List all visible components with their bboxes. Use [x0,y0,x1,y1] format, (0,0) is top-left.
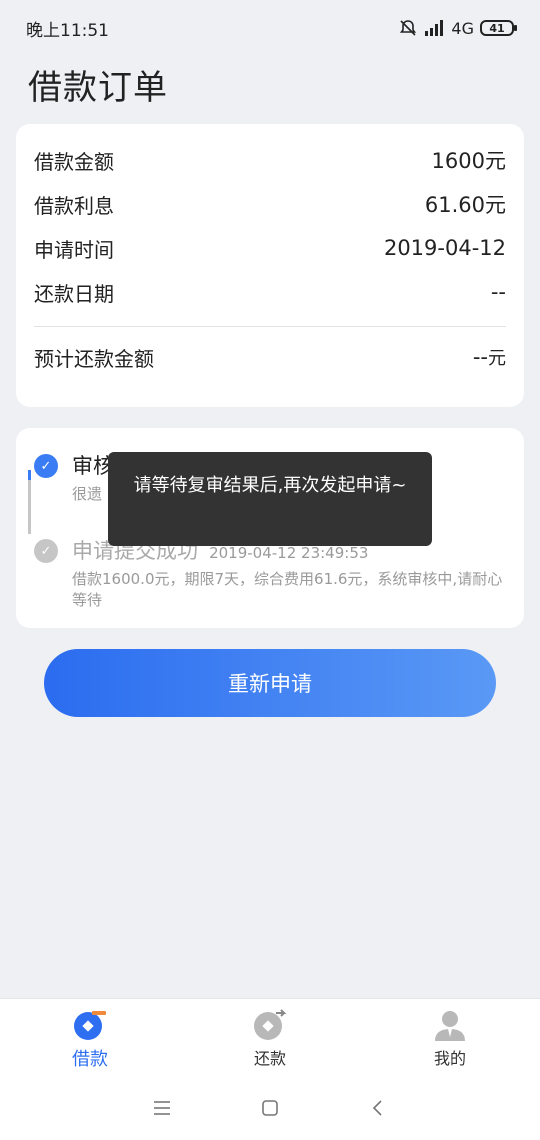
mute-bell-icon [400,20,417,36]
total-unit: 元 [488,348,506,369]
check-icon: ✓ [34,539,58,563]
order-summary-card: 借款金额 1600元 借款利息 61.60元 申请时间 2019-04-12 还… [16,124,524,407]
status-icons: 4G 41 [399,18,517,38]
row-label: 申请时间 [34,237,114,262]
reapply-button[interactable]: 重新申请 [44,649,496,717]
timeline-connector [28,480,31,534]
status-bar: 晚上11:51 4G 41 [0,0,540,56]
bottom-tab-bar: 借款 还款 我的 [0,998,540,1076]
row-value: 61.60元 [424,193,506,217]
row-value: -- [490,280,506,304]
summary-row-amount: 借款金额 1600元 [34,138,506,182]
battery-level: 41 [489,21,505,35]
loan-icon [74,1011,106,1040]
row-label: 借款金额 [34,149,114,174]
home-icon[interactable] [260,1098,280,1118]
summary-row-apply-date: 申请时间 2019-04-12 [34,226,506,270]
network-type: 4G [451,18,474,38]
status-time: 晚上11:51 [26,20,109,41]
signal-icon [425,20,444,36]
check-icon: ✓ [34,454,58,478]
summary-row-repay-date: 还款日期 -- [34,270,506,314]
system-nav-bar [0,1076,540,1140]
timeline-time: 2019-04-12 23:49:53 [209,544,369,562]
summary-row-total: 预计还款金额 --元 [34,335,506,379]
battery-icon: 41 [480,20,517,36]
row-label: 预计还款金额 [34,346,154,371]
page-title: 借款订单 [28,68,168,108]
tab-repay[interactable]: 还款 [180,999,360,1076]
timeline-desc: 借款1600.0元，期限7天，综合费用61.6元，系统审核中,请耐心等待 [72,570,503,609]
row-label: 借款利息 [34,193,114,218]
divider [34,326,506,327]
toast-message: 请等待复审结果后,再次发起申请~ [108,452,432,546]
back-icon[interactable] [368,1098,388,1118]
row-value: --元 [473,344,506,370]
menu-icon[interactable] [152,1100,172,1116]
tab-label: 借款 [72,1049,108,1070]
repay-icon [254,1009,287,1040]
user-icon [435,1011,465,1041]
timeline-item-submitted: ✓ 申请提交成功 2019-04-12 23:49:53 借款1600.0元，期… [34,535,506,611]
row-label: 还款日期 [34,281,114,306]
tab-label: 还款 [253,1049,286,1068]
tab-label: 我的 [433,1049,466,1068]
total-value: -- [472,345,488,369]
tab-loan[interactable]: 借款 [0,999,180,1076]
tab-mine[interactable]: 我的 [360,999,540,1076]
summary-row-interest: 借款利息 61.60元 [34,182,506,226]
row-value: 2019-04-12 [383,236,506,260]
row-value: 1600元 [431,149,506,173]
